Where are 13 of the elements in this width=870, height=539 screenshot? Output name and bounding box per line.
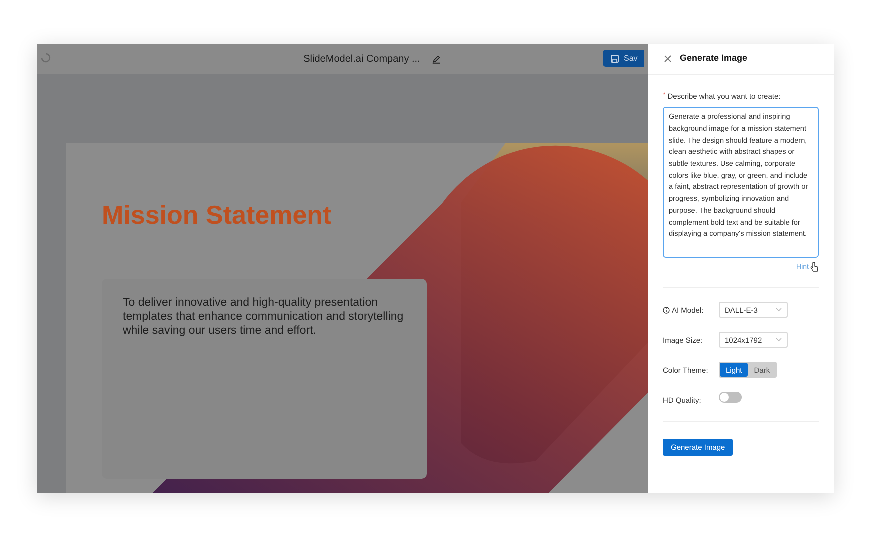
toggle-switch[interactable] bbox=[719, 392, 742, 403]
document-title: SlideModel.ai Company ... bbox=[304, 52, 420, 66]
pencil-icon[interactable] bbox=[432, 54, 442, 64]
save-icon bbox=[611, 54, 619, 62]
loading-icon bbox=[41, 53, 51, 63]
save-button[interactable]: Sav bbox=[603, 50, 644, 67]
panel-title: Generate Image bbox=[680, 52, 748, 66]
chevron-down-icon bbox=[776, 338, 782, 342]
slide-title: Mission Statement bbox=[102, 199, 332, 232]
slide-body-text: To deliver innovative and high-quality presentation templates that enhance communication and storytelling while saving our users time and effort. bbox=[123, 296, 405, 338]
close-icon[interactable] bbox=[664, 55, 672, 63]
hand-cursor-icon bbox=[810, 262, 819, 274]
chevron-down-icon bbox=[776, 308, 782, 312]
